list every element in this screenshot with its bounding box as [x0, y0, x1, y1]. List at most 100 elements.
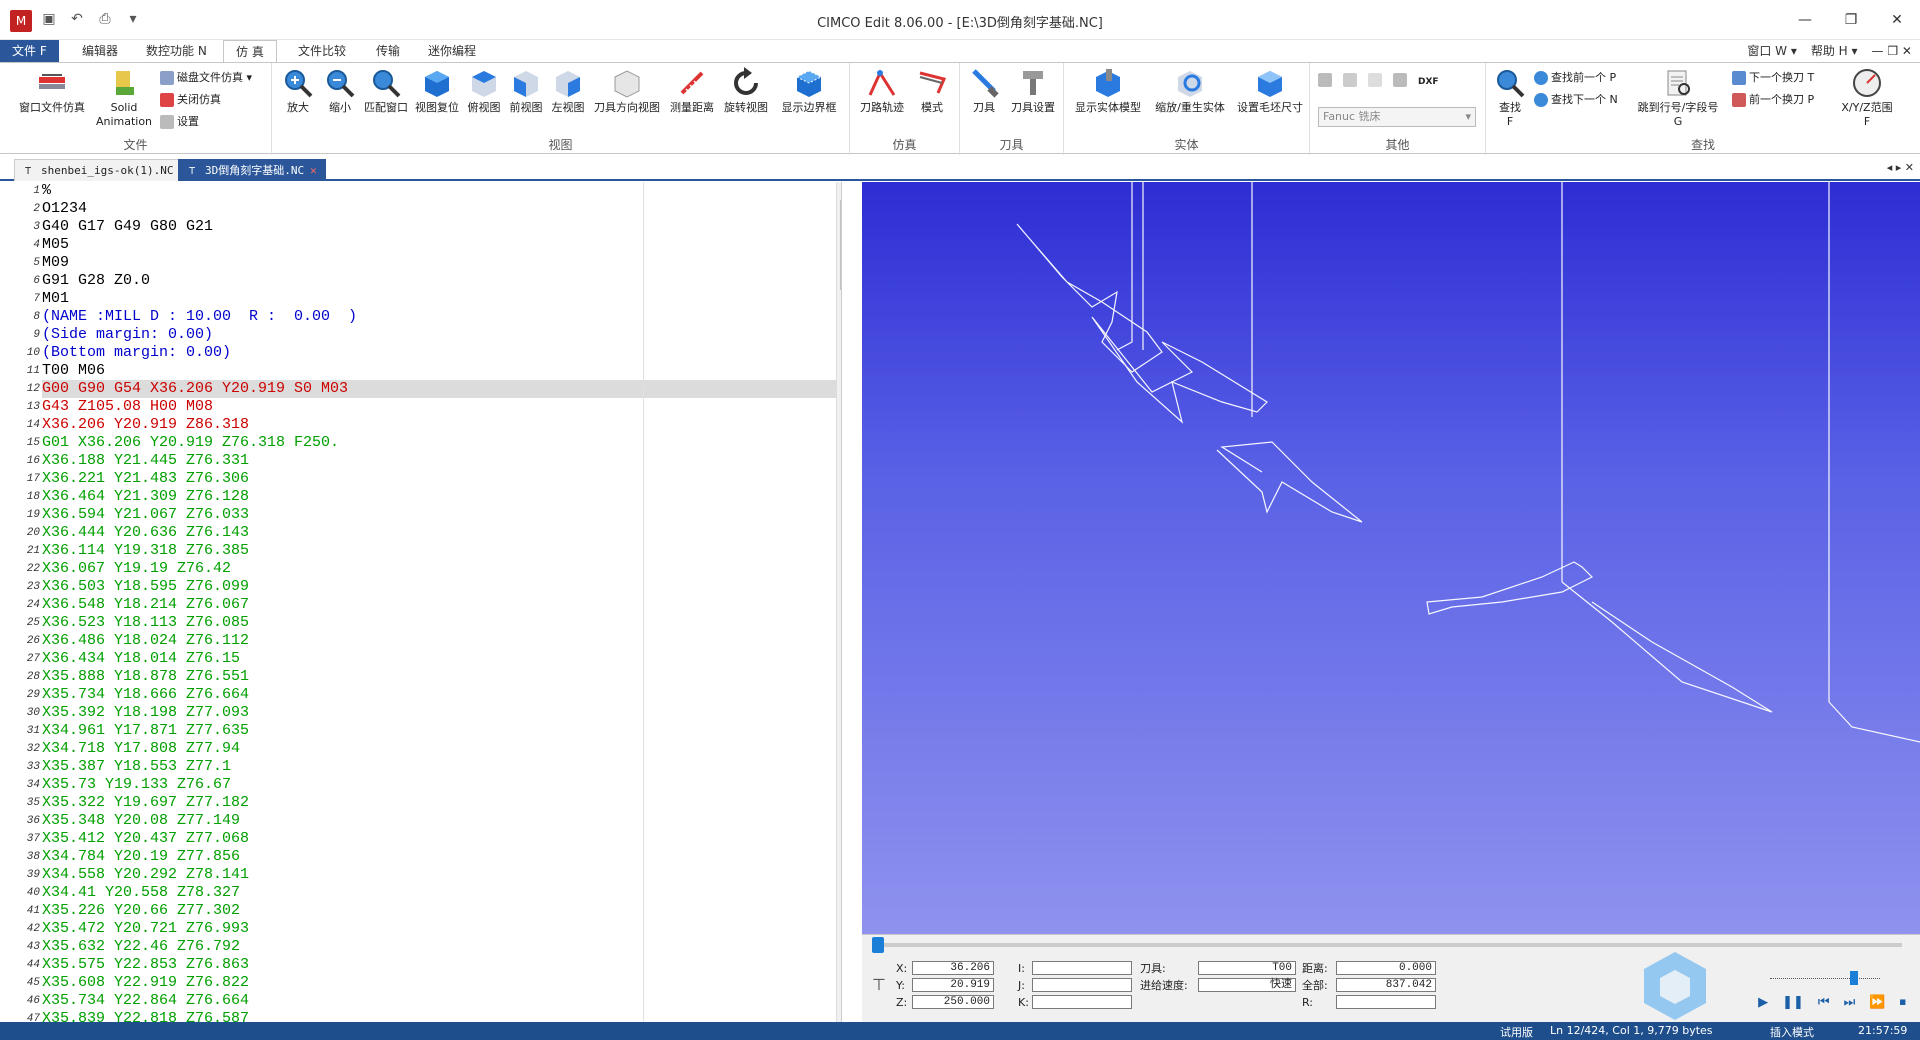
slider-knob[interactable] [872, 937, 884, 953]
code-line[interactable]: X36.188 Y21.445 Z76.331 [42, 452, 249, 470]
code-line[interactable]: X36.464 Y21.309 Z76.128 [42, 488, 249, 506]
code-line[interactable]: G40 G17 G49 G80 G21 [42, 218, 213, 236]
code-line[interactable]: M09 [42, 254, 69, 272]
doc-tab-shenbei[interactable]: ⊤ shenbei_igs-ok(1).NC✕ [14, 159, 196, 181]
left-view-button[interactable]: 左视图 [548, 67, 588, 115]
code-line[interactable]: X35.734 Y18.666 Z76.664 [42, 686, 249, 704]
code-editor[interactable]: 1 2 3 4 5 6 7 8 9 10 11 12 13 14 15 16 17 18 19 20 21 22 23 24 2… [0, 182, 842, 1022]
show-bounding-box-button[interactable]: 显示边界框 [776, 67, 842, 115]
code-line[interactable]: X36.434 Y18.014 Z76.15 [42, 650, 240, 668]
vertical-scrollbar[interactable]: ▲ ▼ [836, 182, 841, 1022]
top-view-button[interactable]: 俯视图 [464, 67, 504, 115]
code-line[interactable]: X34.41 Y20.558 Z78.327 [42, 884, 240, 902]
code-line[interactable]: X35.226 Y20.66 Z77.302 [42, 902, 240, 920]
tab-nav-arrows[interactable]: ◂ ▸ ✕ [1887, 161, 1914, 174]
toolpath-button[interactable]: 刀路轨迹 [856, 67, 908, 115]
mode-button[interactable]: 模式 [910, 67, 954, 115]
expand-icon[interactable] [1318, 73, 1332, 87]
progress-slider[interactable] [872, 937, 1902, 953]
close-tab-icon[interactable]: ✕ [310, 164, 317, 177]
code-line[interactable]: G91 G28 Z0.0 [42, 272, 150, 290]
code-line[interactable]: X34.961 Y17.871 Z77.635 [42, 722, 249, 740]
code-line[interactable]: X35.73 Y19.133 Z76.67 [42, 776, 231, 794]
tab-simulation[interactable]: 仿 真 [223, 40, 277, 63]
view-reset-button[interactable]: 视图复位 [412, 67, 462, 115]
code-line[interactable]: (Bottom margin: 0.00) [42, 344, 231, 362]
scroll-thumb[interactable] [840, 200, 841, 290]
prev-tool-change-button[interactable]: 前一个换刀 P [1732, 91, 1814, 109]
code-line[interactable]: (NAME :MILL D : 10.00 R : 0.00 ) [42, 308, 357, 326]
window-menu[interactable]: 窗口 W ▾ [1747, 40, 1797, 62]
pause-icon[interactable]: ❚❚ [1782, 995, 1804, 1010]
step-back-icon[interactable]: ⏮ [1818, 995, 1830, 1010]
next-tool-change-button[interactable]: 下一个换刀 T [1732, 69, 1814, 87]
code-line[interactable]: X35.412 Y20.437 Z77.068 [42, 830, 249, 848]
simulation-viewport[interactable] [862, 182, 1920, 934]
code-line[interactable]: X36.503 Y18.595 Z76.099 [42, 578, 249, 596]
xyz-range-button[interactable]: X/Y/Z范围 F [1832, 67, 1902, 129]
code-line[interactable]: X35.472 Y20.721 Z76.993 [42, 920, 249, 938]
speed-knob[interactable] [1850, 971, 1858, 985]
code-line[interactable]: X36.548 Y18.214 Z76.067 [42, 596, 249, 614]
tab-transfer[interactable]: 传输 [364, 40, 412, 62]
code-line[interactable]: X36.067 Y19.19 Z76.42 [42, 560, 231, 578]
code-line[interactable]: X35.608 Y22.919 Z76.822 [42, 974, 249, 992]
image-icon[interactable] [1368, 73, 1382, 87]
find-prev-button[interactable]: 查找前一个 P [1534, 69, 1616, 87]
code-line[interactable]: X35.348 Y20.08 Z77.149 [42, 812, 240, 830]
code-line[interactable]: X35.888 Y18.878 Z76.551 [42, 668, 249, 686]
code-line[interactable]: X35.632 Y22.46 Z76.792 [42, 938, 240, 956]
code-line[interactable]: X35.839 Y22.818 Z76.587 [42, 1010, 249, 1022]
rotate-view-button[interactable]: 旋转视图 [720, 67, 772, 115]
help-menu[interactable]: 帮助 H ▾ [1811, 40, 1858, 62]
code-line[interactable]: G00 G90 G54 X36.206 Y20.919 S0 M03 [42, 380, 348, 398]
window-sim-button[interactable]: 窗口文件仿真 [12, 67, 92, 115]
code-line[interactable]: X35.392 Y18.198 Z77.093 [42, 704, 249, 722]
tab-file[interactable]: 文件 F [0, 40, 59, 62]
code-line[interactable]: X36.206 Y20.919 Z86.318 [42, 416, 249, 434]
scroll-up-icon[interactable]: ▲ [837, 182, 841, 198]
code-line[interactable]: X36.523 Y18.113 Z76.085 [42, 614, 249, 632]
grid-icon[interactable] [1393, 73, 1407, 87]
tab-file-compare[interactable]: 文件比较 [286, 40, 358, 62]
show-solid-model-button[interactable]: 显示实体模型 [1070, 67, 1146, 115]
code-line[interactable]: X35.575 Y22.853 Z76.863 [42, 956, 249, 974]
fit-window-button[interactable]: 匹配窗口 [362, 67, 410, 115]
code-line[interactable]: X34.558 Y20.292 Z78.141 [42, 866, 249, 884]
machine-icon[interactable] [1343, 73, 1357, 87]
goto-line-button[interactable]: 跳到行号/字段号 G [1632, 67, 1724, 129]
code-line[interactable]: X36.114 Y19.318 Z76.385 [42, 542, 249, 560]
tab-editor[interactable]: 编辑器 [70, 40, 130, 62]
minimize-button[interactable]: — [1782, 0, 1828, 40]
code-line[interactable]: X36.486 Y18.024 Z76.112 [42, 632, 249, 650]
dxf-icon[interactable]: DXF [1418, 73, 1439, 91]
scroll-down-icon[interactable]: ▼ [837, 1006, 841, 1022]
code-line[interactable]: X35.734 Y22.864 Z76.664 [42, 992, 249, 1010]
tab-nc-functions[interactable]: 数控功能 N [134, 40, 219, 62]
play-icon[interactable]: ▶ [1758, 995, 1768, 1010]
skip-icon[interactable]: ⏩ [1869, 995, 1885, 1010]
code-line[interactable]: X36.221 Y21.483 Z76.306 [42, 470, 249, 488]
zoom-out-button[interactable]: 缩小 [320, 67, 360, 115]
tool-direction-view-button[interactable]: 刀具方向视图 [590, 67, 664, 115]
tool-settings-button[interactable]: 刀具设置 [1006, 67, 1060, 115]
code-line[interactable]: G43 Z105.08 H00 M08 [42, 398, 213, 416]
code-line[interactable]: % [42, 182, 51, 200]
code-line[interactable]: T00 M06 [42, 362, 105, 380]
close-sim-button[interactable]: 关闭仿真 [160, 91, 221, 109]
solid-animation-button[interactable]: Solid Animation [92, 67, 156, 129]
code-line[interactable]: X35.387 Y18.553 Z77.1 [42, 758, 231, 776]
disk-sim-button[interactable]: 磁盘文件仿真 ▾ [160, 69, 252, 87]
machine-select[interactable]: Fanuc 铣床 ▾ [1318, 107, 1476, 127]
doc-tab-3d-engraving[interactable]: ⊤ 3D倒角刻字基础.NC ✕ [178, 159, 326, 181]
find-next-button[interactable]: 查找下一个 N [1534, 91, 1618, 109]
settings-button[interactable]: 设置 [160, 113, 199, 131]
find-button[interactable]: 查找 F [1492, 67, 1528, 129]
speed-slider[interactable] [1770, 969, 1880, 985]
code-line[interactable]: X36.594 Y21.067 Z76.033 [42, 506, 249, 524]
tab-mini-program[interactable]: 迷你编程 [416, 40, 488, 62]
code-line[interactable]: X35.322 Y19.697 Z77.182 [42, 794, 249, 812]
mdi-window-controls[interactable]: — ❐ ✕ [1872, 40, 1912, 62]
code-line[interactable]: O1234 [42, 200, 87, 218]
code-line[interactable]: M05 [42, 236, 69, 254]
